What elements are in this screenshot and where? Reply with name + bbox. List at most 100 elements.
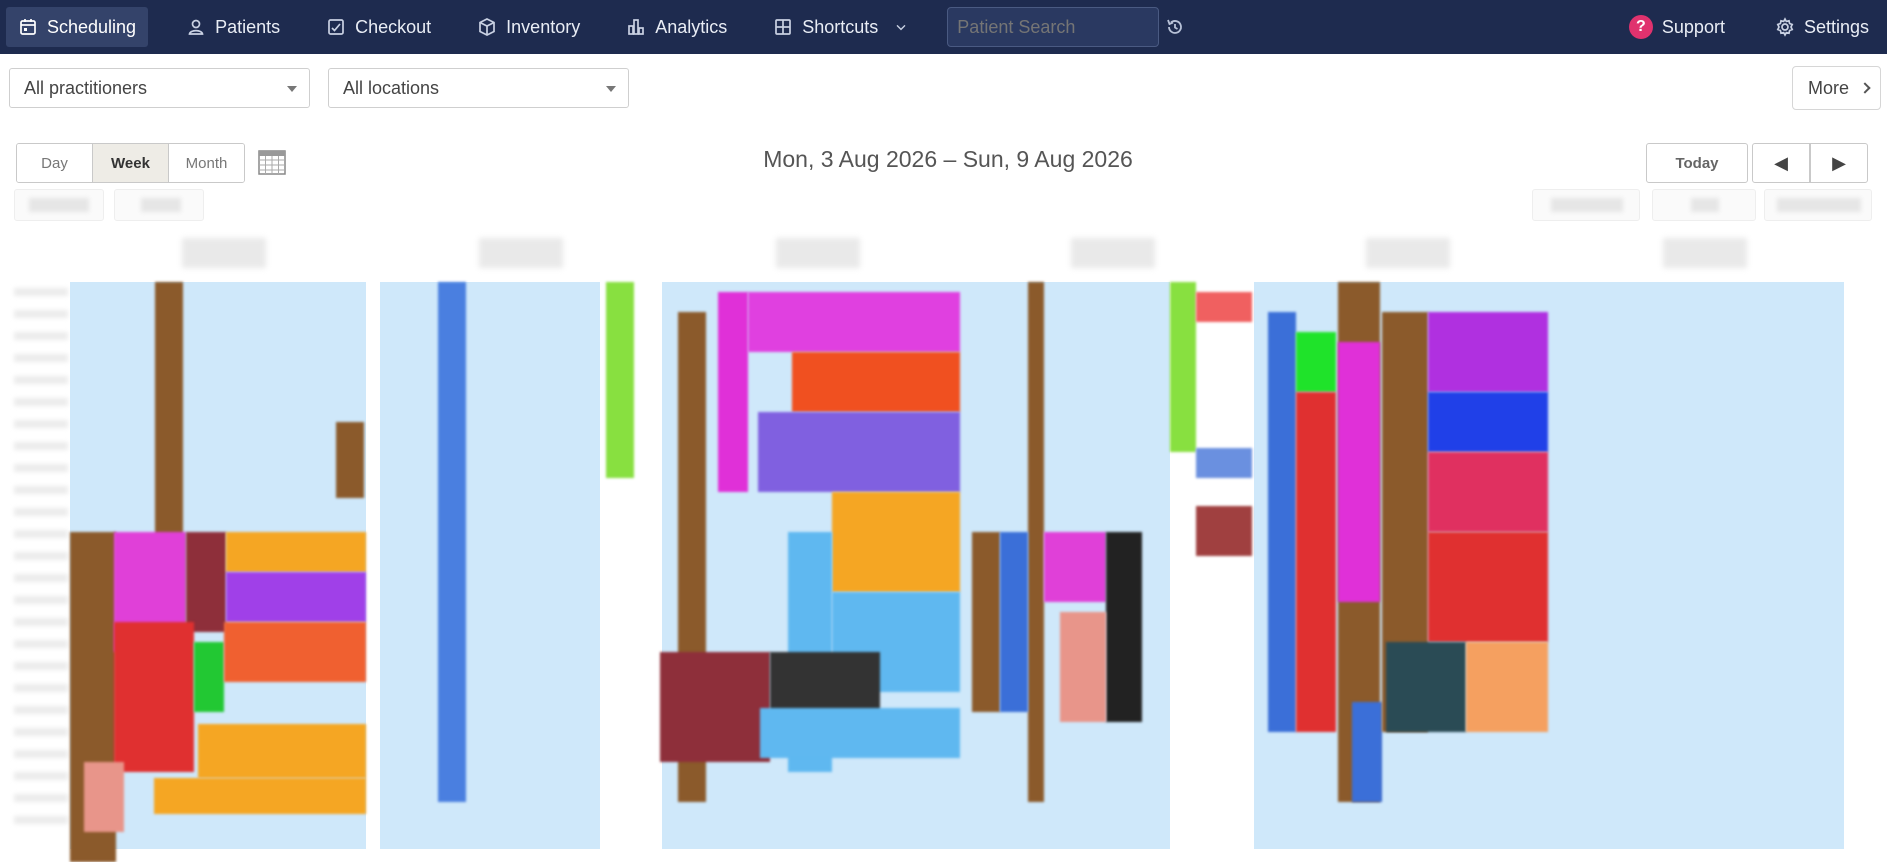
view-day-button[interactable]: Day xyxy=(17,144,93,182)
support-label: Support xyxy=(1661,16,1725,37)
appointment-block[interactable] xyxy=(792,352,960,412)
week-calendar-grid xyxy=(0,232,1887,862)
appointment-block[interactable] xyxy=(770,652,880,712)
time-axis xyxy=(14,288,68,849)
practitioner-filter-dropdown[interactable]: All practitioners xyxy=(9,68,310,108)
more-button[interactable]: More xyxy=(1792,66,1881,110)
dropdown-caret-icon xyxy=(606,86,616,92)
day-header xyxy=(776,238,860,268)
appointment-block[interactable] xyxy=(758,412,960,492)
appointment-block[interactable] xyxy=(224,622,366,682)
appointment-block[interactable] xyxy=(186,532,226,632)
chevron-down-icon xyxy=(896,24,906,31)
day-header xyxy=(1071,238,1155,268)
appointment-block[interactable] xyxy=(84,762,124,832)
nav-label-patients: Patients xyxy=(215,16,281,37)
nav-label-inventory: Inventory xyxy=(506,16,581,37)
location-filter-dropdown[interactable]: All locations xyxy=(328,68,629,108)
gear-icon xyxy=(1776,17,1794,37)
nav-label-shortcuts: Shortcuts xyxy=(802,16,879,37)
blurred-toolbar-button[interactable] xyxy=(1764,189,1872,221)
prev-week-button[interactable]: ◀ xyxy=(1752,143,1810,183)
appointment-block[interactable] xyxy=(760,708,960,758)
grid-icon xyxy=(775,19,792,35)
appointment-block[interactable] xyxy=(1268,312,1296,732)
appointment-block[interactable] xyxy=(1296,332,1336,392)
appointment-block[interactable] xyxy=(1106,532,1142,722)
view-toggle-group: Day Week Month xyxy=(16,143,245,183)
more-label: More xyxy=(1808,77,1850,98)
patient-search-input[interactable] xyxy=(947,7,1160,47)
nav-label-analytics: Analytics xyxy=(655,16,728,37)
settings-label: Settings xyxy=(1803,16,1869,37)
date-range-title: Mon, 3 Aug 2026 – Sun, 9 Aug 2026 xyxy=(763,146,1133,172)
appointment-block[interactable] xyxy=(114,622,194,772)
appointment-block[interactable] xyxy=(1428,452,1548,532)
appointment-block[interactable] xyxy=(1060,612,1106,722)
location-filter-value: All locations xyxy=(343,77,440,98)
nav-item-analytics[interactable]: Analytics xyxy=(614,7,739,47)
appointment-block[interactable] xyxy=(194,642,224,712)
appointment-block[interactable] xyxy=(1196,448,1252,478)
appointment-block[interactable] xyxy=(226,572,366,622)
appointment-block[interactable] xyxy=(1428,532,1548,642)
appointment-block[interactable] xyxy=(606,282,634,478)
appointment-block[interactable] xyxy=(1466,642,1548,732)
dropdown-caret-icon xyxy=(287,86,297,92)
appointment-block[interactable] xyxy=(154,778,366,814)
day-column-sat[interactable] xyxy=(1564,282,1844,849)
appointment-block[interactable] xyxy=(1000,532,1028,712)
calendar-picker-icon[interactable] xyxy=(257,147,287,177)
appointment-block[interactable] xyxy=(336,422,364,498)
checkout-icon xyxy=(328,19,344,35)
day-header xyxy=(1663,238,1747,268)
appointment-block[interactable] xyxy=(1352,702,1382,802)
support-button[interactable]: ? Support xyxy=(1617,7,1737,47)
appointment-block[interactable] xyxy=(1296,392,1336,732)
view-month-button[interactable]: Month xyxy=(169,144,244,182)
appointment-block[interactable] xyxy=(226,532,366,572)
appointment-block[interactable] xyxy=(1196,506,1252,556)
appointment-block[interactable] xyxy=(1170,282,1196,452)
appointment-block[interactable] xyxy=(438,282,466,802)
bar-chart-icon xyxy=(628,19,645,35)
nav-item-shortcuts[interactable]: Shortcuts xyxy=(761,7,921,47)
top-navigation-bar: Scheduling Patients Checkout Inventory A… xyxy=(0,0,1887,54)
day-header xyxy=(1366,238,1450,268)
appointment-block[interactable] xyxy=(832,492,960,592)
appointment-block[interactable] xyxy=(1386,642,1466,732)
appointment-block[interactable] xyxy=(1338,342,1380,602)
day-header xyxy=(479,238,563,268)
blurred-toolbar-button[interactable] xyxy=(1652,189,1756,221)
view-week-button[interactable]: Week xyxy=(93,144,169,182)
blurred-toolbar-button[interactable] xyxy=(114,189,204,221)
practitioner-filter-value: All practitioners xyxy=(24,77,148,98)
nav-item-checkout[interactable]: Checkout xyxy=(314,7,443,47)
today-button[interactable]: Today xyxy=(1646,143,1748,183)
appointment-block[interactable] xyxy=(1044,532,1106,602)
appointment-block[interactable] xyxy=(660,652,770,762)
appointment-block[interactable] xyxy=(1428,392,1548,452)
appointment-block[interactable] xyxy=(748,292,960,352)
nav-item-patients[interactable]: Patients xyxy=(174,7,292,47)
nav-item-inventory[interactable]: Inventory xyxy=(465,7,592,47)
history-icon[interactable] xyxy=(1165,17,1185,37)
next-week-button[interactable]: ▶ xyxy=(1810,143,1868,183)
appointment-block[interactable] xyxy=(198,724,366,778)
calendar-icon xyxy=(20,19,36,35)
appointment-block[interactable] xyxy=(972,532,1000,712)
appointment-block[interactable] xyxy=(1028,282,1044,802)
appointment-block[interactable] xyxy=(1196,292,1252,322)
appointment-block[interactable] xyxy=(718,292,748,492)
settings-button[interactable]: Settings xyxy=(1763,7,1881,47)
day-header xyxy=(182,238,266,268)
blurred-toolbar-button[interactable] xyxy=(14,189,104,221)
help-icon: ? xyxy=(1628,15,1653,39)
box-icon xyxy=(479,18,496,36)
person-icon xyxy=(188,19,204,35)
blurred-toolbar-button[interactable] xyxy=(1532,189,1640,221)
appointment-block[interactable] xyxy=(1428,312,1548,392)
nav-item-scheduling[interactable]: Scheduling xyxy=(6,7,149,47)
day-column-tue[interactable] xyxy=(380,282,600,849)
nav-label-scheduling: Scheduling xyxy=(47,16,137,37)
